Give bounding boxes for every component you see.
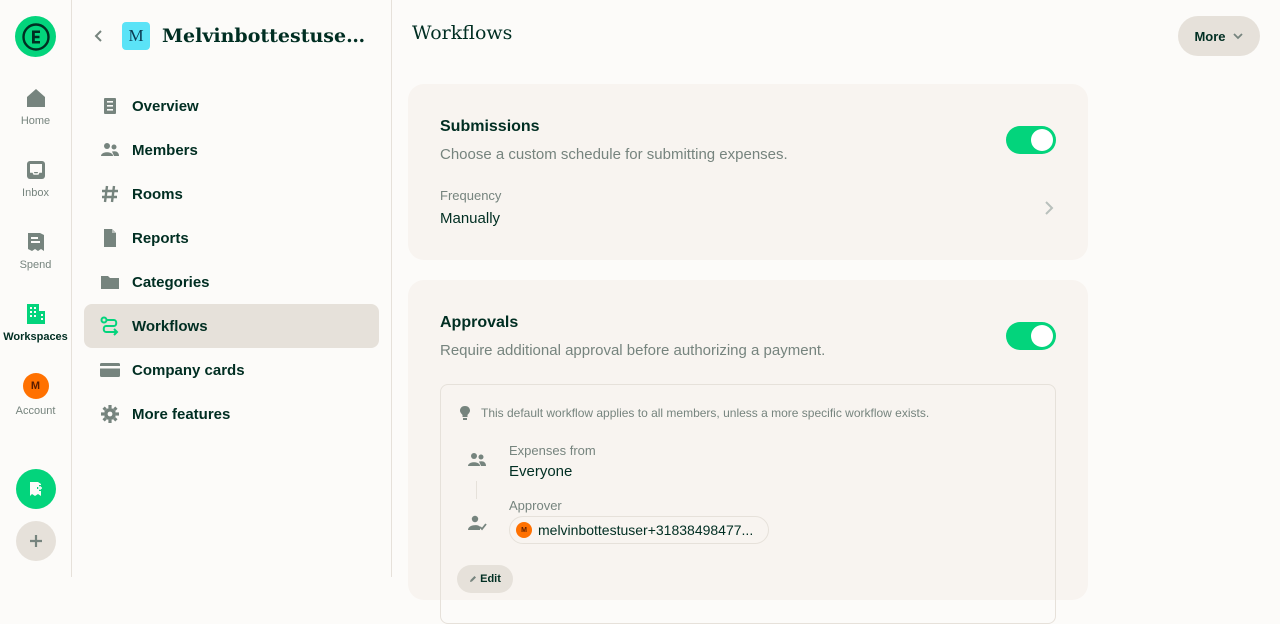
approvals-toggle[interactable]: [1006, 322, 1056, 350]
sidebar-item-label: Rooms: [132, 185, 183, 203]
avatar: M: [516, 522, 532, 538]
back-button[interactable]: [92, 29, 106, 43]
rail-item-workspaces[interactable]: Workspaces: [0, 302, 71, 343]
workflow-icon: [100, 316, 119, 336]
lightbulb-icon: [460, 406, 470, 420]
edit-button-label: Edit: [480, 573, 501, 585]
building-icon: [26, 304, 45, 324]
more-button[interactable]: More: [1178, 16, 1260, 56]
approver-value: melvinbottestuser+31838498477...: [538, 522, 754, 538]
create-expense-button[interactable]: [16, 469, 56, 509]
users-icon: [101, 143, 119, 156]
submissions-card: Submissions Choose a custom schedule for…: [408, 84, 1088, 260]
frequency-row[interactable]: Frequency Manually: [408, 180, 1088, 236]
expenses-from-label: Expenses from: [509, 443, 596, 458]
pencil-icon: [470, 576, 477, 582]
page-title: Workflows: [412, 22, 513, 44]
submissions-subtitle: Choose a custom schedule for submitting …: [440, 146, 788, 163]
chevron-left-icon: [94, 30, 102, 42]
sidebar-item-overview[interactable]: Overview: [84, 84, 379, 128]
rail-item-home[interactable]: Home: [0, 86, 71, 127]
rail-item-account[interactable]: M Account: [0, 373, 71, 417]
expensify-logo-icon[interactable]: [15, 16, 56, 57]
sidebar-item-label: Workflows: [132, 317, 208, 335]
user-check-icon: [468, 515, 487, 531]
sidebar-item-members[interactable]: Members: [84, 128, 379, 172]
sidebar-item-label: Members: [132, 141, 198, 159]
approvals-card: Approvals Require additional approval be…: [408, 280, 1088, 624]
frequency-value: Manually: [440, 210, 501, 227]
credit-card-icon: [100, 363, 120, 377]
sidebar-item-label: Categories: [132, 273, 210, 291]
approvals-subtitle: Require additional approval before autho…: [440, 342, 826, 359]
add-button[interactable]: [16, 521, 56, 561]
sidebar-item-reports[interactable]: Reports: [84, 216, 379, 260]
folder-icon: [101, 276, 119, 289]
home-icon: [26, 89, 45, 107]
connector-line: [476, 481, 477, 499]
chevron-down-icon: [1232, 33, 1243, 40]
workflow-hint: This default workflow applies to all mem…: [481, 406, 930, 420]
edit-button[interactable]: Edit: [457, 565, 513, 593]
approver-label: Approver: [509, 498, 562, 513]
approval-workflow-box: This default workflow applies to all mem…: [440, 384, 1056, 624]
receipt-plus-icon: [30, 482, 43, 496]
main-content: Workflows More Submissions Choose a cust…: [392, 0, 1280, 624]
gear-icon: [101, 405, 119, 423]
users-icon: [468, 453, 486, 466]
document-icon: [104, 98, 116, 114]
more-button-label: More: [1194, 28, 1226, 44]
inbox-icon: [26, 161, 45, 179]
hashtag-icon: [102, 185, 118, 203]
sidebar-item-more-features[interactable]: More features: [84, 392, 379, 436]
sidebar-item-label: Overview: [132, 97, 199, 115]
rail-item-spend[interactable]: Spend: [0, 230, 71, 271]
receipt-icon: [27, 233, 44, 251]
rail-item-label: Spend: [19, 259, 52, 271]
approver-pill[interactable]: M melvinbottestuser+31838498477...: [509, 516, 769, 544]
rail-item-label: Home: [20, 115, 51, 127]
file-icon: [104, 229, 116, 247]
rail-item-label: Workspaces: [3, 331, 68, 343]
avatar: M: [22, 373, 49, 399]
workspace-avatar: M: [122, 22, 150, 50]
frequency-label: Frequency: [440, 188, 502, 203]
submissions-title: Submissions: [440, 118, 540, 135]
sidebar-item-rooms[interactable]: Rooms: [84, 172, 379, 216]
chevron-right-icon: [1045, 201, 1054, 215]
sidebar-header: M Melvinbottestuser+3...: [92, 18, 372, 54]
sidebar-item-workflows[interactable]: Workflows: [84, 304, 379, 348]
nav-rail: Home Inbox Spend Workspaces M Account: [0, 0, 72, 577]
approvals-title: Approvals: [440, 314, 519, 331]
rail-item-label: Inbox: [22, 187, 49, 199]
workspace-sidebar: M Melvinbottestuser+3... Overview Member…: [72, 0, 392, 577]
rail-item-label: Account: [15, 405, 56, 417]
rail-item-inbox[interactable]: Inbox: [0, 158, 71, 199]
expenses-from-value: Everyone: [509, 463, 573, 480]
sidebar-item-label: Company cards: [132, 361, 245, 379]
workspace-name: Melvinbottestuser+3...: [162, 25, 372, 47]
plus-icon: [30, 535, 42, 547]
sidebar-item-label: More features: [132, 405, 231, 423]
sidebar-item-company-cards[interactable]: Company cards: [84, 348, 379, 392]
sidebar-item-categories[interactable]: Categories: [84, 260, 379, 304]
sidebar-item-label: Reports: [132, 229, 189, 247]
submissions-toggle[interactable]: [1006, 126, 1056, 154]
